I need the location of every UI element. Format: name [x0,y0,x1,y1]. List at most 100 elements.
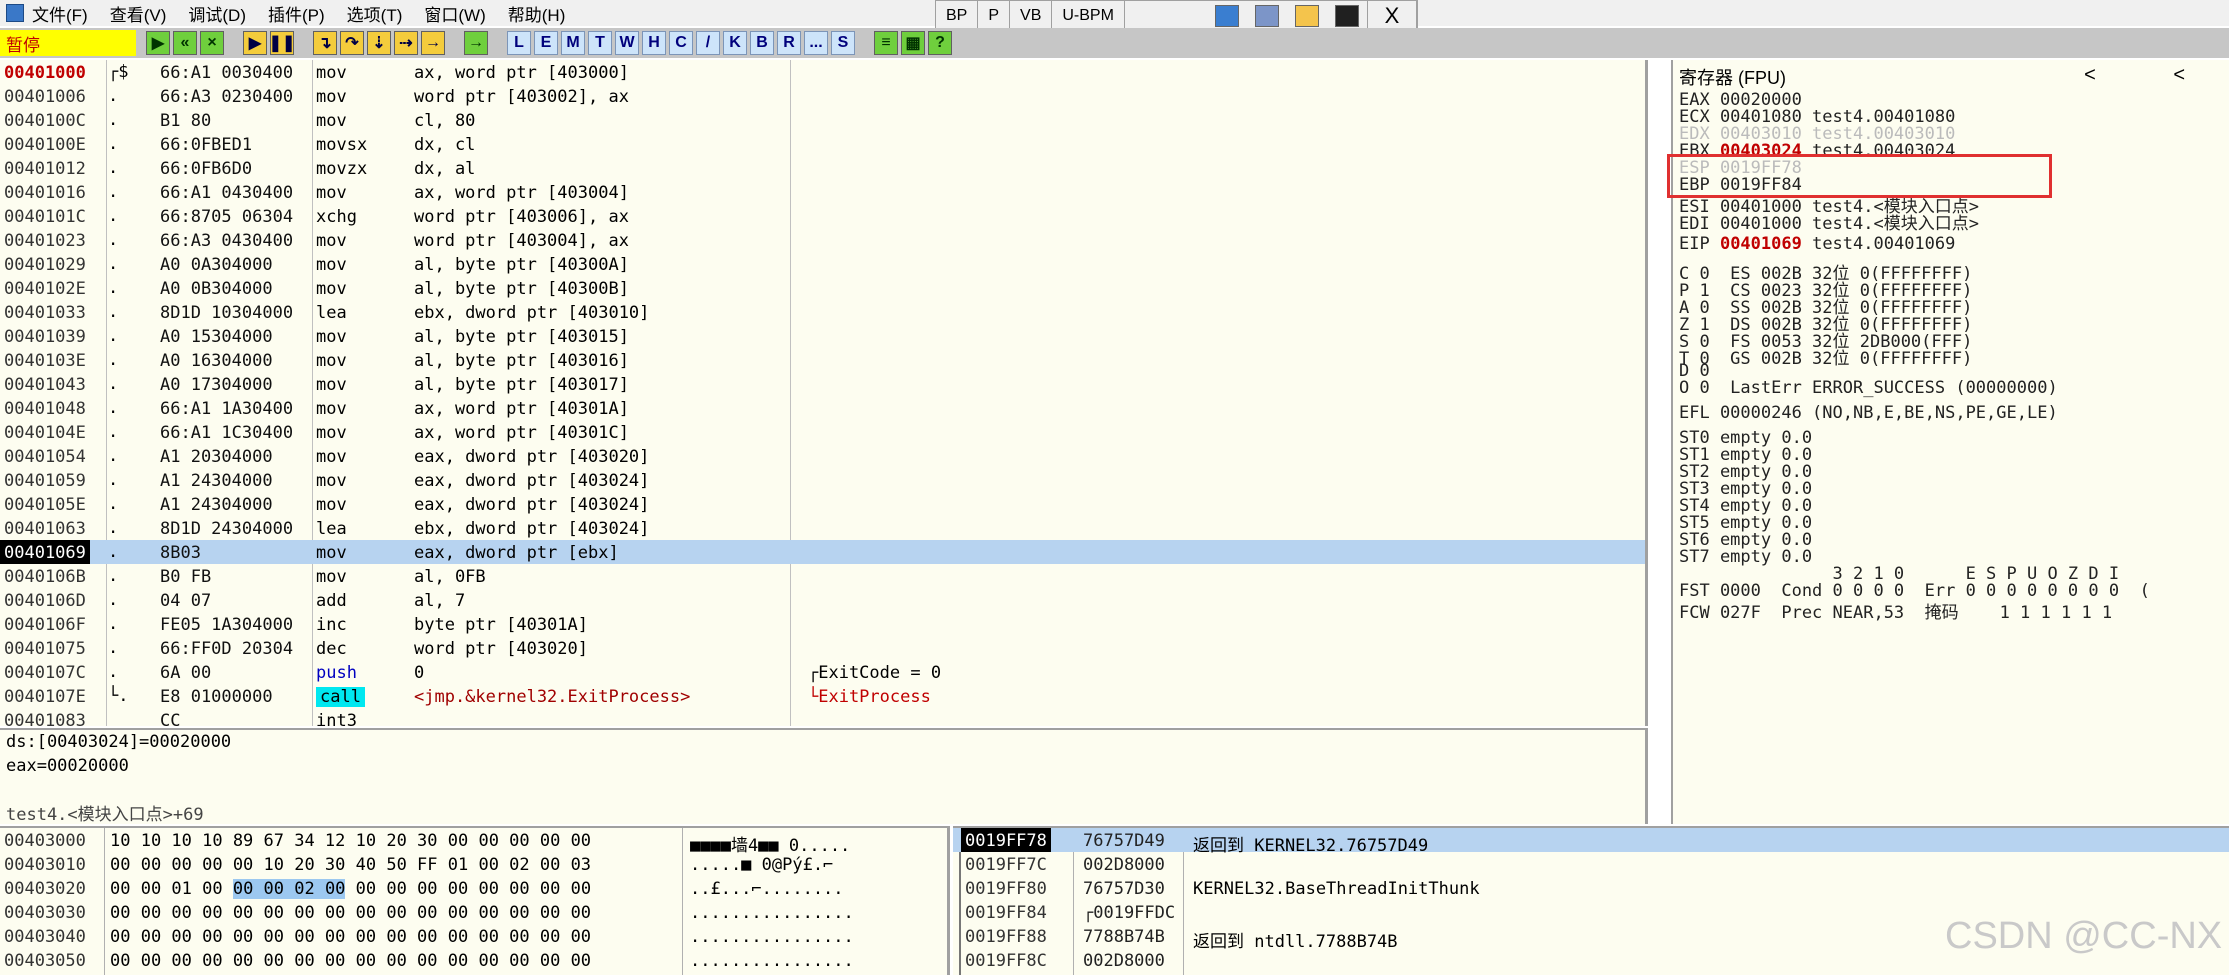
register-line[interactable]: FCW 027F Prec NEAR,53 掩码 1 1 1 1 1 1 [1679,598,2112,623]
dump-hex: 00 00 01 00 00 00 02 00 00 00 00 00 00 0… [110,879,592,899]
breakpoints-button[interactable]: B [750,31,774,55]
disasm-row[interactable]: 00401069. 8B03 mov eax, dword ptr [ebx] [0,540,1645,564]
console-icon[interactable] [1334,5,1359,27]
vb-button[interactable]: VB [1010,1,1053,31]
stack-row[interactable]: 0019FF80 76757D30 KERNEL32.BaseThreadInitT… [953,876,2229,900]
copy-icon[interactable] [1254,5,1279,27]
registers-nav[interactable]: < < [2084,64,2221,87]
register-line[interactable]: EFL 00000246 (NO,NB,E,BE,NS,PE,GE,LE) [1679,403,2058,423]
disasm-row[interactable]: 00401083 CC int3 [0,708,1645,726]
disasm-address: 0040103E [4,351,86,371]
disasm-row[interactable]: 00401000 ┌$ 66:A1 0030400 mov ax, word ptr [… [0,60,1645,84]
register-line[interactable]: T 0 GS 002B 32位 0(FFFFFFFF) [1679,344,1972,369]
disasm-row[interactable]: 00401063. 8D1D 24304000 lea ebx, dword ptr … [0,516,1645,540]
disasm-row[interactable]: 00401006. 66:A3 0230400 mov word ptr [40300… [0,84,1645,108]
disasm-operands: eax, dword ptr [403020] [414,447,650,467]
disasm-row[interactable]: 00401033. 8D1D 10304000 lea ebx, dword ptr … [0,300,1645,324]
register-line[interactable]: O 0 LastErr ERROR_SUCCESS (00000000) [1679,378,2058,398]
info-location: test4.<模块入口点>+69 [6,805,204,825]
folder-icon[interactable] [1294,5,1319,27]
step-over-icon[interactable]: ↷ [340,31,364,55]
disasm-row[interactable]: 0040106B. B0 FB mov al, 0FB [0,564,1645,588]
disasm-hex: 66:A1 1C30400 [160,423,294,443]
disasm-hex: A0 17304000 [160,375,273,395]
disasm-row[interactable]: 00401016. 66:A1 0430400 mov ax, word ptr [4… [0,180,1645,204]
disasm-row[interactable]: 0040100C. B1 80 mov cl, 80 [0,108,1645,132]
menu-debug[interactable]: 调试(D) [188,1,246,26]
stack-row[interactable]: 0019FF78 76757D49 返回到 KERNEL32.76757D49 [953,828,2229,856]
list-icon[interactable]: ≡ [874,31,898,55]
disasm-row[interactable]: 00401023. 66:A3 0430400 mov word ptr [40300… [0,228,1645,252]
disasm-branch-marker: . [108,134,119,154]
trace-into-icon[interactable]: ⇣ [367,31,391,55]
menu-options[interactable]: 选项(T) [347,1,403,26]
disasm-row[interactable]: 0040101C. 66:8705 06304 xchg word ptr [4030… [0,204,1645,228]
go-to-icon[interactable]: → [464,31,488,55]
close-button[interactable]: X [1366,1,1417,31]
help-icon[interactable]: ? [928,31,952,55]
disasm-row[interactable]: 0040103E. A0 16304000 mov al, byte ptr [403… [0,348,1645,372]
disasm-row[interactable]: 0040106D. 04 07 add al, 7 [0,588,1645,612]
execute-till-return-icon[interactable]: → [421,31,445,55]
disasm-hex: 66:FF0D 20304 [160,639,294,659]
disasm-operands: ebx, dword ptr [403010] [414,303,650,323]
menu-file[interactable]: 文件(F) [32,1,88,26]
disassembly-pane[interactable]: 00401000 ┌$ 66:A1 0030400 mov ax, word ptr [… [0,60,1648,726]
disasm-row[interactable]: 0040107E └. E8 01000000 call <jmp.&kernel32.… [0,684,1645,708]
disasm-row[interactable]: 0040106F. FE05 1A304000 inc byte ptr [40301… [0,612,1645,636]
modules-button[interactable]: E [534,31,558,55]
register-line[interactable]: EDI 00401000 test4.<模块入口点> [1679,209,1979,234]
disasm-row[interactable]: 00401029. A0 0A304000 mov al, byte ptr [403… [0,252,1645,276]
memory-button[interactable]: M [561,31,585,55]
disasm-mnemonic: mov [316,63,347,83]
menu-plugins[interactable]: 插件(P) [268,1,325,26]
disasm-row[interactable]: 00401054. A1 20304000 mov eax, dword ptr [4… [0,444,1645,468]
windows-button[interactable]: W [615,31,639,55]
open-icon[interactable]: ▶ [146,31,170,55]
disasm-row[interactable]: 00401012. 66:0FB6D0 movzx dx, al [0,156,1645,180]
register-line[interactable]: EIP 00401069 test4.00401069 [1679,234,1955,254]
disasm-row[interactable]: 0040105E. A1 24304000 mov eax, dword ptr [4… [0,492,1645,516]
run-trace-button[interactable]: ... [804,31,828,55]
call-stack-button[interactable]: K [723,31,747,55]
step-into-icon[interactable]: ↴ [313,31,337,55]
grid-icon[interactable]: ▦ [901,31,925,55]
disasm-row[interactable]: 0040100E. 66:0FBED1 movsx dx, cl [0,132,1645,156]
menu-help[interactable]: 帮助(H) [508,1,566,26]
close-file-icon[interactable]: × [200,31,224,55]
u-bpm-button[interactable]: U-BPM [1052,1,1125,31]
p-button[interactable]: P [978,1,1011,31]
disasm-hex: 66:A1 0030400 [160,63,294,83]
trace-over-icon[interactable]: ⇢ [394,31,418,55]
source-button[interactable]: S [831,31,855,55]
disasm-row[interactable]: 00401039. A0 15304000 mov al, byte ptr [403… [0,324,1645,348]
run-icon[interactable]: ▶ [243,31,267,55]
log-window-button[interactable]: L [507,31,531,55]
memory-dump-pane[interactable]: 00403000 10 10 10 10 89 67 34 12 10 20 30… [0,826,950,975]
disasm-operands: eax, dword ptr [ebx] [414,543,619,563]
disasm-row[interactable]: 00401048. 66:A1 1A30400 mov ax, word ptr [4… [0,396,1645,420]
bp-button[interactable]: BP [936,1,979,31]
save-icon[interactable] [1214,5,1239,27]
disasm-row[interactable]: 00401075. 66:FF0D 20304 dec word ptr [40302… [0,636,1645,660]
restart-icon[interactable]: « [173,31,197,55]
stack-row[interactable]: 0019FF7C 002D8000 [953,852,2229,876]
handles-button[interactable]: H [642,31,666,55]
disasm-row[interactable]: 00401043. A0 17304000 mov al, byte ptr [403… [0,372,1645,396]
disasm-row[interactable]: 0040104E. 66:A1 1C30400 mov ax, word ptr [4… [0,420,1645,444]
threads-button[interactable]: T [588,31,612,55]
references-button[interactable]: R [777,31,801,55]
disasm-row[interactable]: 0040102E. A0 0B304000 mov al, byte ptr [403… [0,276,1645,300]
menu-view[interactable]: 查看(V) [110,1,167,26]
menu-window[interactable]: 窗口(W) [424,1,485,26]
stack-address: 0019FF84 [965,903,1047,923]
cpu-button[interactable]: C [669,31,693,55]
info-line: ds:[00403024]=00020000 [6,732,232,752]
disasm-operands: word ptr [403006], ax [414,207,629,227]
disasm-row[interactable]: 00401059. A1 24304000 mov eax, dword ptr [4… [0,468,1645,492]
pause-icon[interactable]: ❚❚ [269,31,295,55]
disasm-address: 0040100E [4,135,86,155]
patches-button[interactable]: / [696,31,720,55]
disasm-hex: A0 15304000 [160,327,273,347]
disasm-row[interactable]: 0040107C. 6A 00 push 0 ┌ExitCode = 0 [0,660,1645,684]
